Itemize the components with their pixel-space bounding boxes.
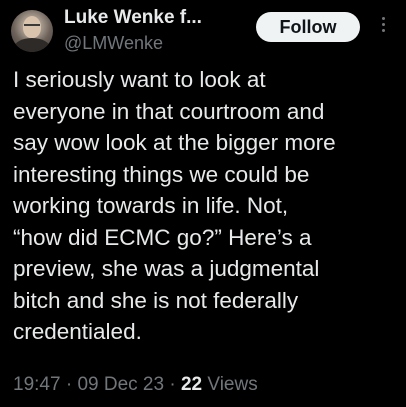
avatar-shirt [14,38,50,52]
avatar-glasses [24,24,40,30]
meta-separator: · [164,374,181,395]
follow-button[interactable]: Follow [256,12,360,42]
views-label: Views [202,374,258,395]
more-dot [381,29,385,32]
meta-separator: · [60,374,78,395]
tweet-meta: 19:47 · 09 Dec 23 · 22 Views [13,373,258,397]
tweet-text: I seriously want to look at everyone in … [13,67,336,344]
author-handle[interactable]: @LMWenke [64,32,163,54]
more-dot [381,17,385,20]
more-options-icon[interactable] [380,17,386,37]
avatar[interactable] [11,10,53,52]
tweet-time[interactable]: 19:47 [13,374,61,395]
tweet-date[interactable]: 09 Dec 23 [77,374,164,395]
author-display-name[interactable]: Luke Wenke f... [64,6,202,30]
views-count: 22 [180,374,203,395]
more-dot [381,23,385,26]
